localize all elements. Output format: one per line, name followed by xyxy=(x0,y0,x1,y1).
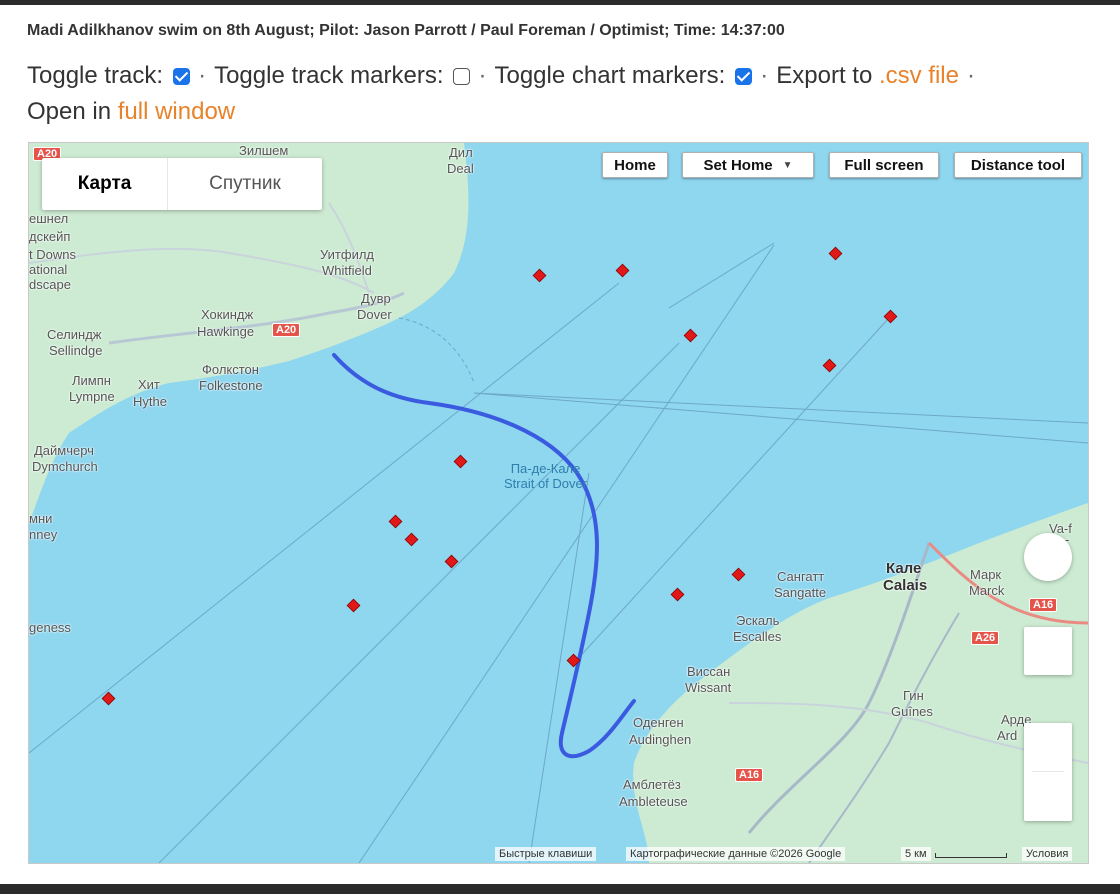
place-label: Lympne xyxy=(69,389,115,404)
zoom-control xyxy=(1024,723,1072,821)
toggle-track-checkbox[interactable] xyxy=(173,68,191,85)
place-label: Зилшем xyxy=(239,143,289,158)
place-label: geness xyxy=(29,620,71,635)
place-label: Виссан xyxy=(687,664,731,679)
place-label: Dymchurch xyxy=(32,459,98,474)
distance-tool-button[interactable]: Distance tool xyxy=(954,152,1082,178)
map-type-control: Карта Спутник xyxy=(42,158,322,210)
place-label: Deal xyxy=(447,161,474,176)
home-button[interactable]: Home xyxy=(602,152,668,178)
place-label: Гин xyxy=(903,688,924,703)
place-label: Дувр xyxy=(361,291,391,306)
place-label: Хит xyxy=(138,377,160,392)
map-base-layer xyxy=(29,143,1088,863)
top-rule xyxy=(0,0,1120,5)
strait-name-ru: Па-де-Кале xyxy=(510,461,581,476)
toggle-track-label: Toggle track: xyxy=(27,62,164,89)
place-label: nney xyxy=(29,527,58,542)
place-label: dscape xyxy=(29,277,71,292)
pegman-icon[interactable] xyxy=(1024,627,1072,675)
zoom-out-icon[interactable] xyxy=(1024,772,1072,820)
swim-title: Madi Adilkhanov swim on 8th August; Pilo… xyxy=(27,22,785,39)
keyboard-shortcuts-link[interactable]: Быстрые клавиши xyxy=(495,847,597,861)
place-label: Marck xyxy=(969,583,1005,598)
scale-bar xyxy=(935,853,1007,858)
place-label: Calais xyxy=(883,577,928,594)
place-label: Sangatte xyxy=(774,585,827,600)
place-label: Whitfield xyxy=(322,263,372,278)
separator: · xyxy=(760,62,769,89)
bottom-rule xyxy=(0,884,1120,894)
place-label: мни xyxy=(29,511,53,526)
toggle-chart-markers-label: Toggle chart markers: xyxy=(494,62,726,89)
full-screen-button[interactable]: Full screen xyxy=(829,152,939,178)
place-label: Ambleteuse xyxy=(619,794,688,809)
water-label: Па-де-Кале Strait of Dover xyxy=(504,461,587,491)
export-csv-link[interactable]: .csv file xyxy=(879,62,959,89)
place-label: Амблетёз xyxy=(623,777,681,792)
place-label: Даймчерч xyxy=(34,443,94,458)
place-label: Оденген xyxy=(633,715,684,730)
road-shield: A16 xyxy=(735,768,764,782)
place-label: Эскаль xyxy=(736,613,780,628)
road-shield: A16 xyxy=(1029,598,1058,612)
place-label: Марк xyxy=(970,567,1002,582)
map-canvas[interactable]: Зилшем Дил Deal ешнел дскейп t Downs ati… xyxy=(28,142,1089,864)
place-label: Sellindge xyxy=(49,343,103,358)
place-label: дскейп xyxy=(29,229,71,244)
shipping-lane xyxy=(528,472,590,863)
place-label: Ard xyxy=(997,728,1018,743)
place-label: Фолкстон xyxy=(202,362,259,377)
place-label: Дил xyxy=(449,145,473,160)
map-type-satellite-tab[interactable]: Спутник xyxy=(167,158,322,210)
place-label: Audinghen xyxy=(629,732,692,747)
attribution-bar: Быстрые клавиши Картографические данные … xyxy=(29,845,1088,863)
separator: · xyxy=(478,62,487,89)
toggle-chart-markers-checkbox[interactable] xyxy=(735,68,753,85)
place-label: t Downs xyxy=(29,247,76,262)
swim-track xyxy=(332,353,636,759)
road-shield: A20 xyxy=(272,323,301,337)
separator: · xyxy=(198,62,207,89)
place-label: ешнел xyxy=(29,211,69,226)
ferry-route xyxy=(398,317,475,384)
place-label: Wissant xyxy=(685,680,732,695)
place-label: Кале xyxy=(886,560,922,577)
map-data-attribution[interactable]: Картографические данные ©2026 Google xyxy=(626,847,846,861)
place-label: Селиндж xyxy=(47,327,102,342)
place-label: Folkestone xyxy=(199,378,263,393)
place-label: Хокиндж xyxy=(201,307,254,322)
place-label: Escalles xyxy=(733,629,782,644)
chevron-down-icon: ▼ xyxy=(782,159,793,171)
shipping-lane xyxy=(668,242,775,309)
export-prefix: Export to xyxy=(776,62,873,89)
controls-bar: Toggle track: · Toggle track markers: · Togg… xyxy=(27,58,1107,130)
toggle-track-markers-label: Toggle track markers: xyxy=(214,62,444,89)
full-window-link[interactable]: full window xyxy=(118,98,235,125)
set-home-label: Set Home xyxy=(703,156,773,174)
place-label: Guînes xyxy=(891,704,933,719)
place-label: Hythe xyxy=(133,394,167,409)
place-label: Сангатт xyxy=(777,569,825,584)
terms-link[interactable]: Условия xyxy=(1022,847,1073,861)
place-label: Уитфилд xyxy=(320,247,375,262)
map-type-map-tab[interactable]: Карта xyxy=(42,158,167,210)
place-label: ational xyxy=(29,262,68,277)
toggle-track-markers-checkbox[interactable] xyxy=(453,68,471,85)
strait-name-en: Strait of Dover xyxy=(504,476,588,491)
place-label: Лимпн xyxy=(72,373,111,388)
place-label: Dover xyxy=(357,307,392,322)
shipping-lane xyxy=(158,342,680,863)
place-label: Hawkinge xyxy=(197,324,255,339)
scale-label[interactable]: 5 км xyxy=(901,847,931,861)
open-prefix: Open in xyxy=(27,98,112,125)
road-shield: A26 xyxy=(971,631,1000,645)
set-home-dropdown[interactable]: Set Home ▼ xyxy=(682,152,814,178)
zoom-in-icon[interactable] xyxy=(1024,723,1072,771)
separator: · xyxy=(966,62,975,89)
fullscreen-control-icon[interactable] xyxy=(1024,533,1072,581)
